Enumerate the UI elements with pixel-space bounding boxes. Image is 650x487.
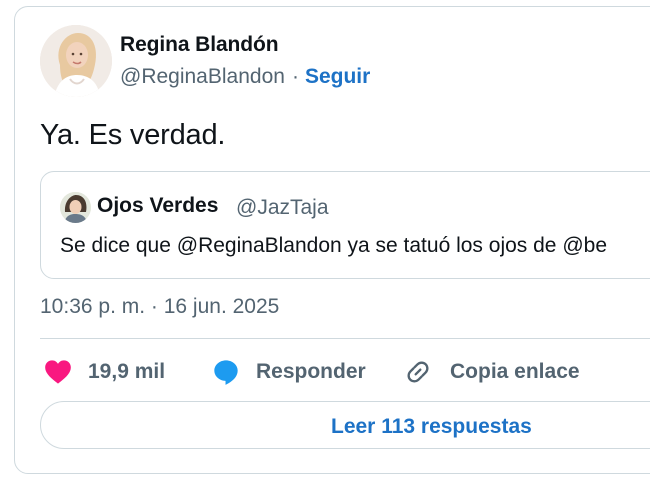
divider bbox=[40, 338, 650, 339]
quoted-author-handle: @JazTaja bbox=[236, 196, 329, 219]
copy-link-label: Copia enlace bbox=[450, 360, 580, 383]
link-icon bbox=[407, 361, 429, 383]
follow-button[interactable]: Seguir bbox=[305, 65, 370, 88]
author-handle[interactable]: @ReginaBlandon bbox=[120, 65, 285, 88]
quoted-author-avatar bbox=[60, 192, 91, 223]
tweet-text: Ya. Es verdad. bbox=[40, 119, 226, 151]
author-name[interactable]: Regina Blandón bbox=[120, 33, 279, 57]
like-button[interactable]: 19,9 mil bbox=[44, 355, 165, 389]
separator-dot: · bbox=[291, 65, 299, 88]
reply-label: Responder bbox=[256, 360, 366, 383]
author-avatar[interactable] bbox=[40, 25, 112, 97]
quoted-tweet[interactable]: Ojos Verdes @JazTaja Se dice que @Regina… bbox=[40, 171, 650, 279]
reply-button[interactable]: Responder bbox=[212, 355, 366, 389]
tweet-timestamp[interactable]: 10:36 p. m. · 16 jun. 2025 bbox=[40, 295, 279, 319]
read-replies-button[interactable]: Leer 113 respuestas bbox=[40, 401, 650, 449]
read-replies-label: Leer 113 respuestas bbox=[331, 415, 532, 438]
author-handle-line: @ReginaBlandon · Seguir bbox=[120, 65, 370, 89]
quoted-tweet-text: Se dice que @ReginaBlandon ya se tatuó l… bbox=[60, 234, 607, 257]
reply-bubble-icon bbox=[214, 360, 238, 385]
quoted-author-name: Ojos Verdes bbox=[97, 194, 219, 217]
copy-link-button[interactable]: Copia enlace bbox=[404, 355, 580, 389]
heart-icon bbox=[45, 360, 71, 384]
likes-count: 19,9 mil bbox=[88, 360, 166, 383]
